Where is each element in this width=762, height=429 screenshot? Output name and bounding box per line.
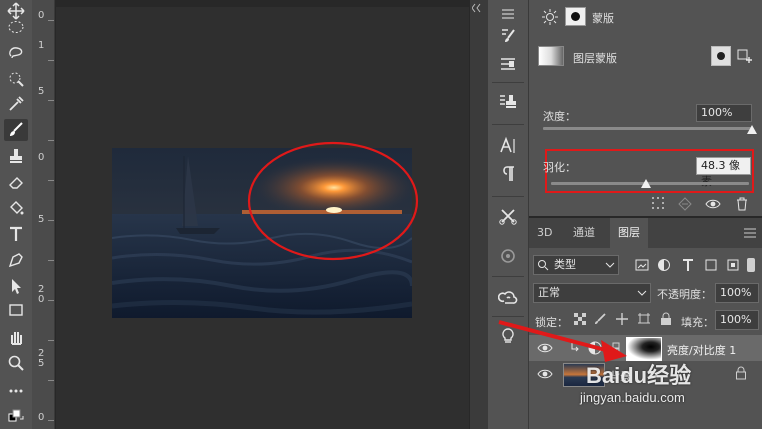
properties-header: 蒙版 bbox=[592, 12, 614, 25]
watermark-url: jingyan.baidu.com bbox=[580, 390, 685, 405]
ruler-label: 0 bbox=[38, 10, 45, 21]
tab-layers[interactable]: 图层 bbox=[610, 218, 648, 248]
mask-type-label: 图层蒙版 bbox=[573, 52, 617, 65]
lock-all-icon[interactable] bbox=[659, 312, 673, 326]
vertical-ruler: 0 1 5 0 5 2 0 2 5 0 bbox=[32, 0, 55, 429]
path-selection-tool-icon[interactable] bbox=[4, 275, 28, 297]
add-vector-mask-icon[interactable] bbox=[736, 46, 754, 64]
tab-3d[interactable]: 3D bbox=[529, 218, 560, 248]
disable-mask-eye-icon[interactable] bbox=[705, 196, 721, 212]
feather-label: 羽化： bbox=[543, 161, 576, 174]
layer-visibility-eye-icon[interactable] bbox=[537, 366, 553, 382]
rectangle-tool-icon[interactable] bbox=[4, 299, 28, 321]
paint-bucket-tool-icon[interactable] bbox=[4, 197, 28, 219]
load-selection-icon[interactable] bbox=[650, 196, 666, 212]
brush-settings-icon[interactable] bbox=[495, 24, 521, 48]
select-pixel-mask-button[interactable] bbox=[711, 46, 731, 66]
ruler-label: 1 bbox=[38, 40, 45, 51]
density-input[interactable]: 100% bbox=[696, 104, 752, 122]
feather-input[interactable]: 48.3 像素 bbox=[696, 157, 751, 188]
density-label: 浓度： bbox=[543, 110, 576, 123]
filter-type-icon[interactable] bbox=[681, 258, 695, 272]
panel-menu-icon[interactable] bbox=[743, 228, 757, 238]
clone-source-icon[interactable] bbox=[495, 90, 521, 114]
search-icon bbox=[538, 260, 549, 271]
eyedropper-tool-icon[interactable] bbox=[4, 93, 28, 115]
ruler-label: 5 bbox=[38, 358, 45, 369]
swap-colors-icon[interactable] bbox=[4, 404, 28, 426]
density-slider-thumb[interactable] bbox=[747, 125, 757, 134]
ruler-label: 0 bbox=[38, 152, 45, 163]
filter-smart-object-icon[interactable] bbox=[726, 258, 740, 272]
filter-shape-icon[interactable] bbox=[704, 258, 718, 272]
more-tools-icon[interactable] bbox=[4, 380, 28, 402]
properties-panel: 蒙版 图层蒙版 浓度： 100% 羽化： 48.3 像素 bbox=[529, 0, 762, 216]
ruler-label: 5 bbox=[38, 86, 45, 97]
panel-gutter bbox=[470, 0, 488, 429]
hand-tool-icon[interactable] bbox=[4, 326, 28, 348]
mask-thumbnail bbox=[538, 46, 564, 66]
marquee-tool-icon[interactable] bbox=[4, 16, 28, 38]
pixel-mask-icon[interactable] bbox=[565, 7, 586, 26]
lasso-tool-icon[interactable] bbox=[4, 42, 28, 64]
zoom-tool-icon[interactable] bbox=[4, 352, 28, 374]
eraser-tool-icon[interactable] bbox=[4, 171, 28, 193]
tools-panel bbox=[0, 0, 32, 429]
apply-mask-icon[interactable] bbox=[677, 196, 693, 212]
watermark-logo: Baidu经验 bbox=[586, 363, 692, 388]
ruler-label: 5 bbox=[38, 214, 45, 225]
libraries-icon[interactable] bbox=[495, 244, 521, 268]
brush-presets-icon[interactable] bbox=[495, 52, 521, 76]
paragraph-panel-icon[interactable] bbox=[495, 162, 521, 186]
density-slider[interactable] bbox=[543, 127, 752, 130]
character-panel-icon[interactable] bbox=[495, 134, 521, 158]
feather-slider-thumb[interactable] bbox=[641, 179, 652, 188]
blend-mode-select[interactable]: 正常 bbox=[533, 283, 651, 303]
type-tool-icon[interactable] bbox=[4, 223, 28, 245]
delete-mask-icon[interactable] bbox=[734, 196, 750, 212]
opacity-label: 不透明度： bbox=[657, 288, 712, 301]
fill-label: 填充： bbox=[681, 316, 714, 329]
stamp-tool-icon[interactable] bbox=[4, 145, 28, 167]
ruler-label: 0 bbox=[38, 294, 45, 305]
ruler-label: 0 bbox=[38, 412, 45, 423]
quick-selection-tool-icon[interactable] bbox=[4, 68, 28, 90]
dock-collapse-icon[interactable] bbox=[495, 2, 521, 26]
filter-toggle-switch[interactable] bbox=[747, 258, 755, 272]
tab-channels[interactable]: 通道 bbox=[565, 218, 603, 248]
lock-artboard-icon[interactable] bbox=[637, 312, 651, 326]
filter-pixel-icon[interactable] bbox=[635, 258, 649, 272]
layer-lock-icon[interactable] bbox=[735, 366, 747, 380]
creative-cloud-icon[interactable] bbox=[495, 286, 521, 310]
chevron-down-icon bbox=[605, 262, 615, 268]
chevron-down-icon bbox=[637, 290, 647, 296]
brush-tool-icon[interactable] bbox=[4, 119, 28, 141]
layer-name: 亮度/对比度 1 bbox=[667, 344, 737, 357]
blend-mode-label: 正常 bbox=[538, 286, 560, 299]
fill-input[interactable]: 100% bbox=[715, 310, 759, 330]
adjustment-sun-icon bbox=[542, 9, 558, 25]
filter-adjustment-icon[interactable] bbox=[657, 258, 671, 272]
annotation-ellipse bbox=[247, 141, 419, 261]
opacity-input[interactable]: 100% bbox=[715, 283, 759, 303]
tool-presets-icon[interactable] bbox=[495, 204, 521, 228]
pen-tool-icon[interactable] bbox=[4, 249, 28, 271]
filter-kind-label: 类型 bbox=[554, 258, 576, 271]
